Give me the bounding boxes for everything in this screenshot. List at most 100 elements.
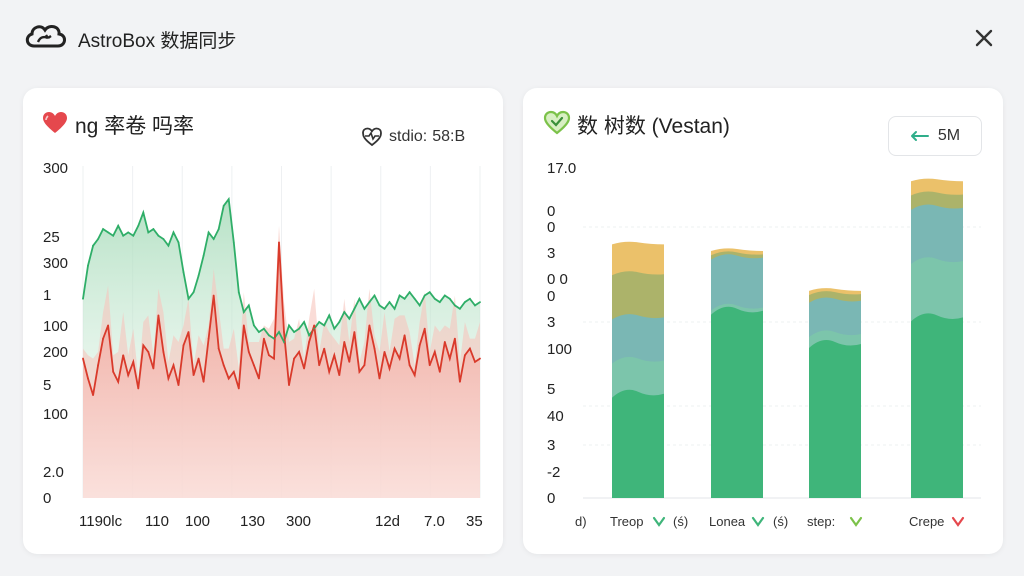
- red-series-point: [423, 327, 426, 330]
- x-prefix-label: (ś): [773, 514, 788, 529]
- red-series-point: [283, 331, 285, 333]
- green-series-point: [458, 307, 461, 310]
- x-tick-label: 110: [145, 513, 169, 530]
- red-series-point: [177, 384, 180, 387]
- red-series-point: [453, 337, 456, 340]
- red-series-point: [147, 351, 150, 353]
- red-series-point: [92, 394, 94, 396]
- green-series-point: [433, 297, 436, 300]
- series-2: [612, 204, 963, 498]
- legend-check-mark: [951, 516, 965, 527]
- green-series-point: [453, 304, 456, 307]
- green-series-point: [222, 204, 225, 207]
- y-tick-label: 0 0: [547, 271, 568, 288]
- y-tick-label: 40: [547, 408, 564, 425]
- green-series-point: [363, 307, 366, 310]
- green-series-point: [393, 307, 396, 310]
- x-tick-label: 35: [466, 513, 483, 530]
- red-series-point: [388, 367, 391, 370]
- red-series-point: [137, 387, 140, 390]
- green-series-point: [112, 234, 115, 237]
- red-series-point: [182, 344, 185, 347]
- green-series-point: [408, 291, 411, 294]
- red-series-point: [197, 357, 200, 360]
- y-tick-label: 3: [547, 437, 555, 454]
- green-series-point: [227, 198, 230, 201]
- close-button[interactable]: [966, 22, 1002, 54]
- red-series-point: [303, 367, 306, 370]
- green-series-point: [378, 304, 381, 307]
- red-series-point: [157, 314, 160, 317]
- y-tick-label: 5: [547, 381, 555, 398]
- legend-check-mark: [652, 516, 666, 527]
- title-bar: AstroBox 数据同步: [0, 0, 1024, 76]
- green-series-point: [293, 331, 295, 333]
- green-series-point: [212, 238, 215, 240]
- red-series-point: [433, 351, 436, 353]
- red-series-point: [323, 347, 326, 350]
- x-prefix-label: d): [575, 514, 587, 529]
- red-series-point: [232, 370, 235, 373]
- green-series-point: [172, 231, 175, 234]
- green-series-point: [448, 297, 451, 300]
- green-series-point: [413, 297, 416, 300]
- red-series-point: [212, 294, 215, 297]
- green-series-point: [162, 238, 165, 240]
- red-series-point: [308, 341, 311, 343]
- green-series-point: [308, 334, 311, 337]
- green-series-point: [288, 324, 290, 327]
- x-prefix-label: (ś): [673, 514, 688, 529]
- green-series-point: [167, 244, 170, 247]
- green-series-point: [192, 291, 195, 294]
- data-sync-card: 数 树数 (Vestan) 5M 17.0 0 0 3 0 0 0 3 100 5 40 3 -2 0 d…: [523, 88, 1003, 554]
- red-series-point: [162, 351, 165, 353]
- red-series-point: [348, 360, 351, 363]
- y-tick-label: 25: [43, 229, 60, 246]
- green-series-point: [479, 301, 481, 304]
- red-series-point: [257, 377, 260, 380]
- cloud-sync-logo: [25, 25, 66, 48]
- green-series-point: [358, 297, 361, 300]
- red-series-point: [167, 377, 170, 380]
- green-series-point: [298, 327, 300, 330]
- green-series-point: [398, 294, 401, 297]
- red-series-point: [127, 374, 130, 377]
- red-series-point: [398, 357, 401, 360]
- green-series-point: [157, 234, 160, 237]
- legend-check-mark: [751, 516, 765, 527]
- legend-check-mark: [849, 516, 863, 527]
- red-series-point: [87, 377, 89, 380]
- y-tick-label: 200: [43, 344, 68, 361]
- green-series-point: [177, 241, 180, 244]
- green-series-point: [268, 334, 270, 337]
- stacked-area-chart: 17.00030 0031005403-20d) Treop (ś) Lonea (ś)…: [547, 160, 981, 529]
- x-tick-label: 130: [240, 513, 265, 530]
- red-series-point: [464, 354, 466, 357]
- x-tick-label: 300: [286, 513, 311, 530]
- red-series-point: [469, 347, 471, 350]
- red-series-point: [222, 364, 225, 367]
- green-series-point: [313, 327, 316, 330]
- y-tick-label: 0: [547, 490, 555, 507]
- red-series-point: [102, 337, 105, 340]
- red-series-point: [448, 357, 451, 360]
- green-series-point: [247, 304, 250, 307]
- red-series-point: [122, 354, 125, 357]
- x-category-label: Lonea: [709, 514, 746, 529]
- area-step-0: [809, 339, 861, 498]
- x-category-label: Treop: [610, 514, 643, 529]
- green-series-point: [373, 294, 376, 297]
- green-series-point: [252, 324, 255, 327]
- green-series-point: [263, 327, 265, 330]
- green-series-point: [418, 304, 421, 307]
- red-series-point: [393, 347, 396, 350]
- green-series-point: [237, 291, 240, 294]
- red-series-point: [192, 374, 195, 377]
- green-series-point: [403, 297, 406, 300]
- y-tick-label: 300: [43, 160, 68, 177]
- green-series-point: [443, 294, 446, 297]
- red-series-point: [338, 374, 341, 377]
- red-series-point: [413, 374, 416, 377]
- red-series-point: [458, 380, 461, 383]
- y-tick-label: 3: [547, 314, 555, 331]
